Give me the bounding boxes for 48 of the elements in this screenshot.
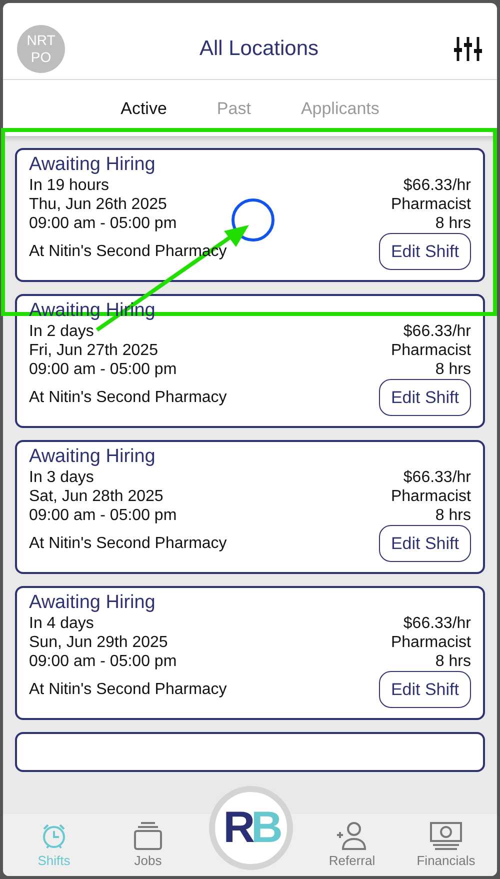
page-title: All Locations <box>199 36 319 62</box>
nav-tab[interactable]: Jobs <box>113 820 183 870</box>
shift-date: Fri, Jun 27th 2025 <box>29 340 159 360</box>
shift-location: At Nitin's Second Pharmacy <box>29 680 228 698</box>
shift-duration: 8 hrs <box>435 360 471 378</box>
add-person-icon <box>335 820 369 850</box>
logo-button[interactable]: RB <box>209 786 293 870</box>
hourly-rate: $66.33/hr <box>403 468 471 486</box>
shift-location: At Nitin's Second Pharmacy <box>29 534 228 552</box>
nav-tab[interactable]: Referral <box>317 820 387 870</box>
shift-status: Awaiting Hiring <box>29 444 156 468</box>
stack-icon <box>131 820 165 850</box>
shift-date: Thu, Jun 26th 2025 <box>29 194 168 214</box>
shift-role: Pharmacist <box>390 340 471 360</box>
shift-time: 09:00 am - 05:00 pm <box>29 360 178 378</box>
shift-card[interactable]: Awaiting Hiring In 4 days Sun, Jun 29th 2025 09:00 am - 05:00 pm At Nitin's Second Pharmacy $66.33/hr Pharmacist 8 hrs Edit Shift <box>15 586 485 720</box>
shift-relative-time: In 19 hours <box>29 176 110 194</box>
circle-mark <box>232 198 274 242</box>
banknote-icon <box>429 820 463 850</box>
edit-shift-button[interactable]: Edit Shift <box>378 524 471 562</box>
shift-time: 09:00 am - 05:00 pm <box>29 214 178 232</box>
edit-shift-button[interactable]: Edit Shift <box>378 378 471 416</box>
shift-role: Pharmacist <box>390 632 471 652</box>
shift-date: Sat, Jun 28th 2025 <box>29 486 164 506</box>
logo: RB <box>223 802 279 854</box>
shift-card[interactable]: Awaiting Hiring In 3 days Sat, Jun 28th 2025 09:00 am - 05:00 pm At Nitin's Second Pharmacy $66.33/hr Pharmacist 8 hrs Edit Shift <box>15 440 485 574</box>
shift-duration: 8 hrs <box>435 214 471 232</box>
shift-role: Pharmacist <box>390 486 471 506</box>
shift-relative-time: In 2 days <box>29 322 95 340</box>
filter-sliders-icon[interactable] <box>452 36 483 62</box>
shift-date: Sun, Jun 29th 2025 <box>29 632 169 652</box>
hourly-rate: $66.33/hr <box>403 614 471 632</box>
shift-relative-time: In 3 days <box>29 468 95 486</box>
shift-role: Pharmacist <box>390 194 471 214</box>
shift-location: At Nitin's Second Pharmacy <box>29 388 228 406</box>
shift-duration: 8 hrs <box>435 506 471 524</box>
shift-duration: 8 hrs <box>435 652 471 670</box>
shift-status: Awaiting Hiring <box>29 152 156 176</box>
nav-tab[interactable]: Financials <box>411 820 481 870</box>
shift-time: 09:00 am - 05:00 pm <box>29 506 178 524</box>
shift-status: Awaiting Hiring <box>29 590 156 614</box>
hourly-rate: $66.33/hr <box>403 322 471 340</box>
edit-shift-button[interactable]: Edit Shift <box>378 670 471 708</box>
shift-relative-time: In 4 days <box>29 614 95 632</box>
edit-shift-button[interactable]: Edit Shift <box>378 232 471 270</box>
hourly-rate: $66.33/hr <box>403 176 471 194</box>
shift-time: 09:00 am - 05:00 pm <box>29 652 178 670</box>
tab[interactable]: Active <box>120 96 167 122</box>
